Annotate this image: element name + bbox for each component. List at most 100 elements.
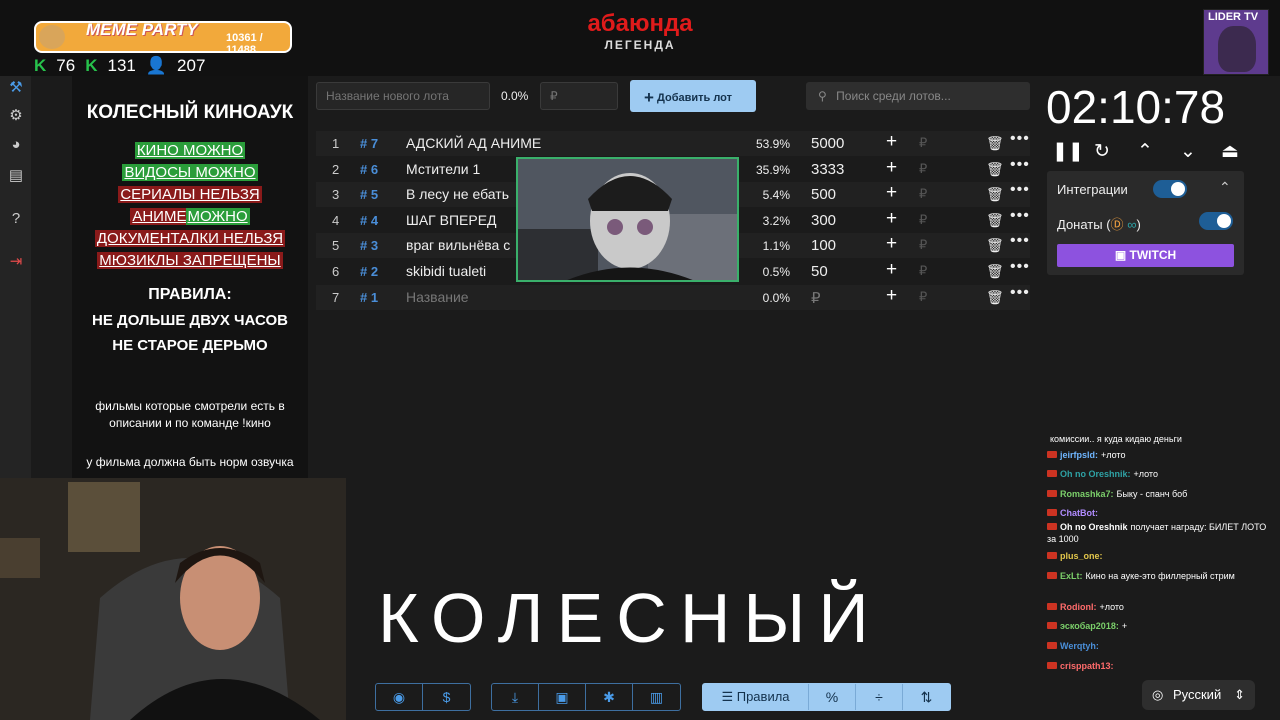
chat-text: + <box>1121 621 1128 631</box>
lot-name[interactable]: АДСКИЙ АД АНИМЕ <box>406 135 541 151</box>
lot-name[interactable]: ШАГ ВПЕРЕД <box>406 212 497 228</box>
more-icon[interactable]: ••• <box>1010 181 1030 199</box>
add-amount-icon[interactable]: + <box>886 285 897 307</box>
file-group: ⤓ ▣ ✱ ▥ <box>491 683 681 711</box>
search-input[interactable]: ⚲ Поиск среди лотов... <box>806 82 1030 110</box>
github-icon[interactable]: ◉ <box>376 684 423 710</box>
language-select[interactable]: ◎ Русский ⇕ <box>1142 680 1255 710</box>
more-icon[interactable]: ••• <box>1010 232 1030 250</box>
lot-number: 6 <box>332 264 340 279</box>
lot-name[interactable]: Название <box>406 289 469 305</box>
add-amount-icon[interactable]: + <box>886 259 897 281</box>
gavel-icon[interactable]: ⚒ <box>6 78 26 98</box>
doge-icon <box>39 25 65 49</box>
table-row[interactable]: 1 # 7 АДСКИЙ АД АНИМЕ 53.9% 5000 + ₽ 🗑 •… <box>316 130 1030 156</box>
chat-message: jeirfpsld: +лото <box>1047 449 1125 461</box>
pause-icon[interactable]: ❚❚ <box>1052 140 1084 163</box>
live-badge-icon <box>1047 470 1057 477</box>
chat-username[interactable]: Oh no Oreshnik: <box>1060 469 1131 479</box>
chat-username[interactable]: crisppath13: <box>1060 661 1114 671</box>
more-icon[interactable]: ••• <box>1010 207 1030 225</box>
gear-icon[interactable]: ⚙ <box>6 106 26 126</box>
lot-amount[interactable]: 100 <box>811 237 836 254</box>
chat-message: комиссии.. я куда кидаю деньги <box>1047 433 1182 445</box>
clear-icon[interactable]: ▥ <box>633 684 680 710</box>
language-value: Русский <box>1172 687 1222 702</box>
chat-username[interactable]: jeirfpsld: <box>1060 450 1098 460</box>
lot-amount[interactable]: 5000 <box>811 135 844 152</box>
trash-icon[interactable]: 🗑 <box>986 289 1004 306</box>
ruble-icon: ₽ <box>919 288 928 304</box>
chat-text: +лото <box>1101 450 1126 460</box>
trash-icon[interactable]: 🗑 <box>986 212 1004 229</box>
pie-chart-icon[interactable]: ◕ <box>6 136 26 156</box>
search-icon: ⚲ <box>818 89 827 103</box>
twitch-button[interactable]: ▣ TWITCH <box>1057 244 1234 267</box>
chat-username[interactable]: Werqtyh: <box>1060 641 1099 651</box>
integrations-toggle[interactable] <box>1153 180 1187 198</box>
add-amount-icon[interactable]: + <box>886 157 897 179</box>
lot-amount[interactable]: 300 <box>811 212 836 229</box>
save-icon[interactable]: ▣ <box>539 684 586 710</box>
lot-amount[interactable]: 3333 <box>811 161 844 178</box>
table-row[interactable]: 7 # 1 Название 0.0% ₽ + ₽ 🗑 ••• <box>316 284 1030 310</box>
rule-series: СЕРИАЛЫ НЕЛЬЗЯ <box>118 186 262 203</box>
lot-name[interactable]: skibidi tualeti <box>406 263 486 279</box>
live-badge-icon <box>1047 662 1057 669</box>
more-icon[interactable]: ••• <box>1010 156 1030 174</box>
chat-username[interactable]: Romashka7: <box>1060 489 1114 499</box>
logout-icon[interactable]: ⇥ <box>6 252 26 272</box>
more-icon[interactable]: ••• <box>1010 258 1030 276</box>
chat-text: +лото <box>1133 469 1158 479</box>
chevron-up-icon[interactable]: ⌃ <box>1137 140 1153 163</box>
donation-alerts-icon: Ⓓ <box>1110 217 1124 232</box>
split-icon[interactable]: ÷ <box>856 684 903 710</box>
chat-username[interactable]: Oh no Oreshnik <box>1060 522 1128 532</box>
donate-icon[interactable]: $ <box>423 684 470 710</box>
percent-icon[interactable]: % <box>809 684 856 710</box>
add-lot-button[interactable]: + Добавить лот <box>630 80 756 112</box>
chat-username[interactable]: RodionI: <box>1060 602 1097 612</box>
rules-icon: ☰ <box>721 689 734 704</box>
more-icon[interactable]: ••• <box>1010 130 1030 148</box>
chat-message: Romashka7: Быку - спанч боб <box>1047 488 1187 500</box>
reset-icon[interactable]: ↻ <box>1094 140 1110 163</box>
more-icon[interactable]: ••• <box>1010 284 1030 302</box>
bug-icon[interactable]: ✱ <box>586 684 633 710</box>
chat-username[interactable]: plus_one: <box>1060 551 1103 561</box>
chevron-up-icon[interactable]: ⌃ <box>1219 179 1231 196</box>
trash-icon[interactable]: 🗑 <box>986 186 1004 203</box>
help-icon[interactable]: ? <box>6 210 26 230</box>
trash-icon[interactable]: 🗑 <box>986 135 1004 152</box>
download-icon[interactable]: ⤓ <box>492 684 539 710</box>
add-amount-icon[interactable]: + <box>886 131 897 153</box>
lot-amount[interactable]: 500 <box>811 186 836 203</box>
sort-icon[interactable]: ⇅ <box>903 684 950 710</box>
chat-username[interactable]: ChatBot: <box>1060 508 1098 518</box>
lot-amount[interactable]: ₽ <box>811 289 821 307</box>
ruble-icon: ₽ <box>919 237 928 253</box>
trash-icon[interactable]: 🗑 <box>986 263 1004 280</box>
trash-icon[interactable]: 🗑 <box>986 237 1004 254</box>
trash-icon[interactable]: 🗑 <box>986 161 1004 178</box>
chat-username[interactable]: эскобар2018: <box>1060 621 1119 631</box>
chat-username[interactable]: ExLt: <box>1060 571 1083 581</box>
add-amount-icon[interactable]: + <box>886 182 897 204</box>
lot-name[interactable]: Мстители 1 <box>406 161 480 177</box>
new-lot-amount-input[interactable] <box>540 82 618 110</box>
lot-amount[interactable]: 50 <box>811 263 828 280</box>
clipboard-icon[interactable]: ▤ <box>6 166 26 186</box>
lot-name[interactable]: В лесу не ебать <box>406 186 509 202</box>
new-lot-input[interactable] <box>316 82 490 110</box>
lot-number: 5 <box>332 238 340 254</box>
add-amount-icon[interactable]: + <box>886 208 897 230</box>
chevron-down-icon[interactable]: ⌄ <box>1180 140 1196 163</box>
lot-number: 1 <box>332 136 340 151</box>
chat-message: crisppath13: <box>1047 660 1117 672</box>
add-amount-icon[interactable]: + <box>886 233 897 255</box>
rules-button[interactable]: ☰ Правила <box>703 684 809 710</box>
donations-toggle[interactable] <box>1199 212 1233 230</box>
auction-timer: 02:10:78 <box>1046 81 1226 133</box>
lot-name[interactable]: враг вильнёва с <box>406 237 510 253</box>
collapse-icon[interactable]: ⏏ <box>1221 140 1239 163</box>
